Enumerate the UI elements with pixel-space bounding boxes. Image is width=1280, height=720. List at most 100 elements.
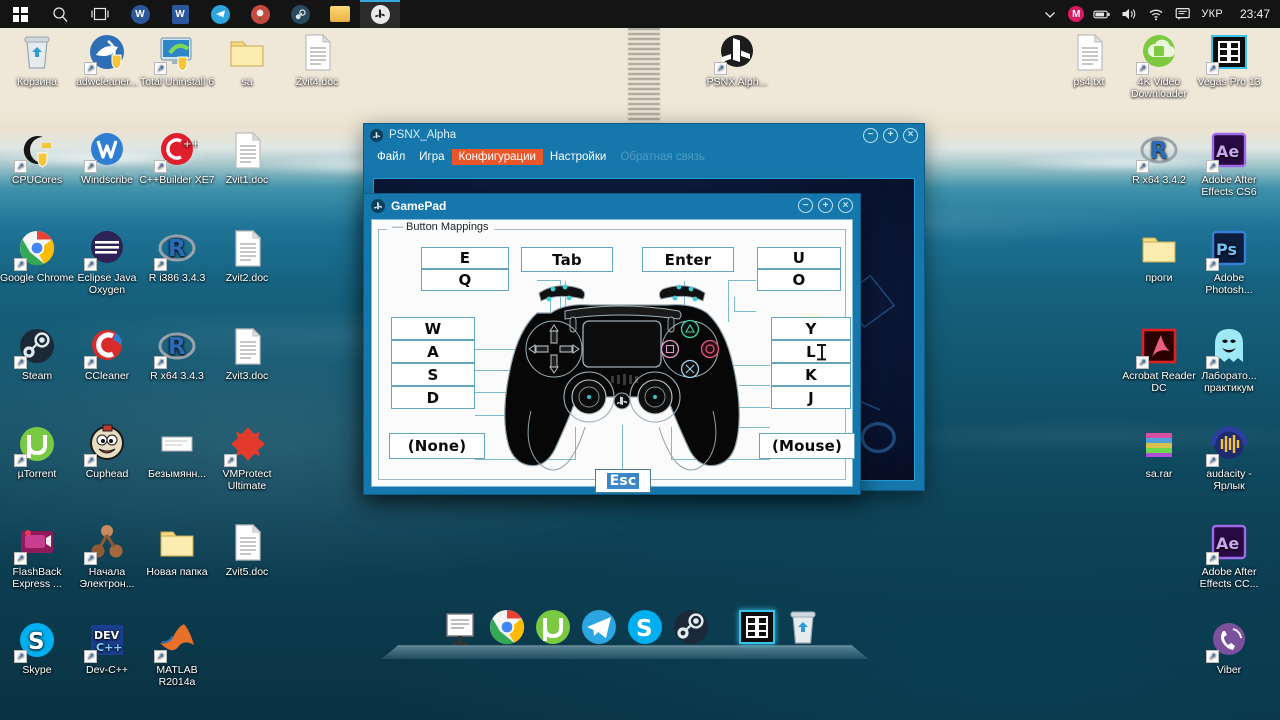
desktop-icon[interactable]: ↗ Acrobat Reader DC — [1120, 324, 1198, 394]
mapping-input-cross[interactable]: K — [771, 363, 851, 386]
desktop-icon[interactable]: sa — [208, 30, 286, 89]
mapping-input-circle[interactable]: L — [771, 340, 851, 363]
clock[interactable]: 23:47 — [1240, 7, 1270, 21]
maximize-button[interactable]: + — [818, 198, 833, 213]
mapping-input-dpad-left[interactable]: A — [391, 340, 475, 363]
minimize-button[interactable]: − — [863, 127, 878, 143]
mapping-input-dpad-right[interactable]: D — [391, 386, 475, 409]
mapping-input-dpad-down[interactable]: S — [391, 363, 475, 386]
desktop-icon[interactable]: ↗ CCleaner — [68, 324, 146, 383]
desktop-icon[interactable]: ↗ Vegas Pro 13 — [1190, 30, 1268, 89]
desktop-icon[interactable]: ps4.txt — [1050, 30, 1128, 89]
desktop-icon[interactable]: Zvit1.doc — [208, 128, 286, 187]
desktop-icon[interactable]: ↗ Лаборато... практикум — [1190, 324, 1268, 394]
desktop-icon[interactable]: sa.rar — [1120, 422, 1198, 481]
desktop-icon[interactable]: ↗ Steam — [0, 324, 76, 383]
desktop-icon[interactable]: ↗ adwcleaner... — [68, 30, 146, 89]
desktop-icon[interactable]: ↗ µTorrent — [0, 422, 76, 481]
mapping-input-right-stick[interactable]: (Mouse) — [759, 433, 855, 459]
task-view-button[interactable] — [80, 0, 120, 28]
desktop-icon[interactable]: ↗ FlashBack Express ... — [0, 520, 76, 590]
desktop-icon[interactable]: ↗ VMProtect Ultimate — [208, 422, 286, 492]
mapping-input-ps-button[interactable]: Esc — [595, 469, 651, 493]
gamepad-window[interactable]: GamePad − + × — Button Mappings W A S D … — [363, 193, 861, 495]
taskbar-word[interactable]: W — [160, 0, 200, 28]
desktop-icon[interactable]: ↗ CPUCores — [0, 128, 76, 187]
notification-icon[interactable] — [1174, 5, 1192, 23]
desktop-icon[interactable]: Zvit2.doc — [208, 226, 286, 285]
taskbar-word-online[interactable]: W — [120, 0, 160, 28]
mapping-input-r2[interactable]: O — [757, 269, 841, 291]
mapping-input-dpad-up[interactable]: W — [391, 317, 475, 340]
mail-badge-icon[interactable]: M — [1068, 6, 1085, 22]
psnx-menu-item-2[interactable]: Конфигурации — [451, 149, 543, 165]
start-button[interactable] — [0, 0, 40, 28]
search-button[interactable] — [40, 0, 80, 28]
mapping-input-square[interactable]: J — [771, 386, 851, 409]
dock-vegas[interactable] — [736, 606, 778, 648]
dock-skype[interactable]: S — [624, 606, 666, 648]
psnx-menu-item-1[interactable]: Игра — [412, 149, 451, 165]
desktop-icon[interactable]: Zvit3.doc — [208, 324, 286, 383]
dock-steam[interactable] — [670, 606, 712, 648]
mapping-input-options[interactable]: Enter — [642, 247, 734, 272]
desktop-icon[interactable]: S ↗ Skype — [0, 618, 76, 677]
mapping-input-l1[interactable]: E — [421, 247, 509, 269]
desktop-icon[interactable]: DEV C++ ↗ Dev-C++ — [68, 618, 146, 677]
language-indicator[interactable]: УКР — [1201, 8, 1223, 20]
dock-chrome[interactable] — [486, 606, 528, 648]
desktop-icon[interactable]: Корзина — [0, 30, 76, 89]
desktop-icon[interactable]: Безымянн... — [138, 422, 216, 481]
volume-icon[interactable] — [1120, 5, 1138, 23]
desktop-icon[interactable]: Ae ↗ Adobe After Effects CS6 — [1190, 128, 1268, 198]
desktop-icon[interactable]: R ↗ R x64 3.4.2 — [1120, 128, 1198, 187]
dock-recycle-bin[interactable] — [782, 606, 824, 648]
desktop-icon[interactable]: ↗ Windscribe — [68, 128, 146, 187]
desktop-icon[interactable]: Zvit4.doc — [278, 30, 356, 89]
desktop-icon[interactable]: Ae ↗ Adobe After Effects CC... — [1190, 520, 1268, 590]
close-button[interactable]: × — [838, 198, 853, 213]
desktop-icon[interactable]: Zvit5.doc — [208, 520, 286, 579]
desktop-icon[interactable]: ↗ PSNX Alph... — [698, 30, 776, 89]
desktop-icon[interactable]: ↗ Cuphead — [68, 422, 146, 481]
mapping-input-touchpad[interactable]: Tab — [521, 247, 613, 272]
desktop-icon[interactable]: ↗ Google Chrome — [0, 226, 76, 285]
psnx-menubar[interactable]: Файл Игра Конфигурации Настройки Обратная св… — [364, 146, 924, 168]
desktop-icon[interactable]: ↗ Eclipse Java Oxygen — [68, 226, 146, 296]
taskbar-steam[interactable] — [280, 0, 320, 28]
desktop-icon[interactable]: ++ ↗ C++Builder XE7 — [138, 128, 216, 187]
taskbar[interactable]: W W M УКР 23:47 — [0, 0, 1280, 28]
taskbar-psnx[interactable] — [360, 0, 400, 28]
desktop-icon[interactable]: ↗ Total Uninstall 6 — [138, 30, 216, 89]
dock-utorrent[interactable] — [532, 606, 574, 648]
desktop-icon[interactable]: Ps ↗ Adobe Photosh... — [1190, 226, 1268, 296]
psnx-titlebar[interactable]: PSNX_Alpha − + × — [364, 124, 924, 146]
desktop-icon[interactable]: R ↗ R i386 3.4.3 — [138, 226, 216, 285]
close-button[interactable]: × — [903, 127, 918, 143]
dock-notepad[interactable] — [440, 606, 482, 648]
desktop-icon[interactable]: ↗ MATLAB R2014a — [138, 618, 216, 688]
taskbar-app[interactable] — [240, 0, 280, 28]
dock[interactable]: S — [381, 606, 869, 660]
desktop-icon[interactable]: R ↗ R x64 3.4.3 — [138, 324, 216, 383]
mapping-input-triangle[interactable]: Y — [771, 317, 851, 340]
psnx-menu-item-0[interactable]: Файл — [370, 149, 412, 165]
desktop-icon[interactable]: ↗ Viber — [1190, 618, 1268, 677]
mapping-input-r1[interactable]: U — [757, 247, 841, 269]
minimize-button[interactable]: − — [798, 198, 813, 213]
chevron-up-icon[interactable] — [1041, 5, 1059, 23]
wifi-icon[interactable] — [1147, 5, 1165, 23]
gamepad-titlebar[interactable]: GamePad − + × — [364, 194, 860, 217]
desktop-icon[interactable]: ↗ audacity - Ярлык — [1190, 422, 1268, 492]
desktop-icon[interactable]: ↗ 4K Video Downloader — [1120, 30, 1198, 100]
desktop-icon[interactable]: проги — [1120, 226, 1198, 285]
maximize-button[interactable]: + — [883, 127, 898, 143]
mapping-input-l2[interactable]: Q — [421, 269, 509, 291]
battery-icon[interactable] — [1093, 5, 1111, 23]
desktop-icon[interactable]: Новая папка — [138, 520, 216, 579]
taskbar-telegram[interactable] — [200, 0, 240, 28]
psnx-menu-item-3[interactable]: Настройки — [543, 149, 613, 165]
mapping-input-left-stick[interactable]: (None) — [389, 433, 485, 459]
desktop-icon[interactable]: ↗ Начала Электрон... — [68, 520, 146, 590]
dock-telegram[interactable] — [578, 606, 620, 648]
